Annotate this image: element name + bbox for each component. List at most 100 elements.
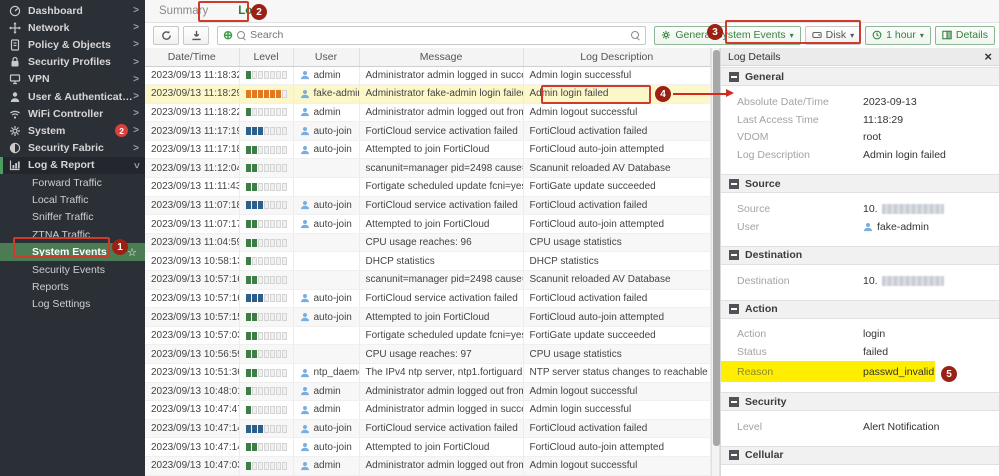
add-filter-icon[interactable]: ⊕ [223,29,233,41]
log-report-icon [8,159,22,171]
search-input[interactable] [250,29,627,41]
cell-datetime: 2023/09/13 10:56:59 [145,345,239,364]
dashboard-icon [8,5,22,17]
section-header-general[interactable]: General [721,67,999,86]
level-bar-icon [246,239,287,247]
chevron-down-icon: > [131,162,142,168]
log-table-row[interactable]: 2023/09/13 10:57:15auto-joinAttempted to… [145,308,711,327]
log-storage-dropdown[interactable]: Disk▾ [805,26,861,45]
user-name: admin [314,404,341,415]
chevron-right-icon: > [133,108,139,119]
sidebar-item-vpn[interactable]: VPN> [0,71,145,88]
log-table-row[interactable]: 2023/09/13 11:12:04scanunit=manager pid=… [145,159,711,178]
log-details-title: Log Details [728,51,984,63]
log-table-row[interactable]: 2023/09/13 10:47:03adminAdministrator ad… [145,456,711,475]
log-table-row[interactable]: 2023/09/13 11:04:59CPU usage reaches: 96… [145,233,711,252]
sidebar-item-security-profiles[interactable]: Security Profiles> [0,54,145,71]
cell-datetime: 2023/09/13 11:18:29 [145,85,239,104]
download-button[interactable] [183,26,209,45]
log-table-row[interactable]: 2023/09/13 10:57:03Fortigate scheduled u… [145,326,711,345]
user-icon [863,222,873,232]
collapse-icon[interactable] [729,72,739,82]
refresh-button[interactable] [153,26,179,45]
caret-down-icon: ▾ [850,31,854,40]
log-table-row[interactable]: 2023/09/13 10:57:16auto-joinFortiCloud s… [145,289,711,308]
column-header-log-description[interactable]: Log Description [523,48,711,66]
sidebar-item-security-events[interactable]: Security Events [0,261,145,278]
cell-log-description: FortiCloud activation failed [523,196,711,215]
sidebar-item-log-report[interactable]: Log & Report> [0,157,145,174]
tab-logs[interactable]: Logs [238,5,265,17]
column-header-message[interactable]: Message [359,48,523,66]
details-toggle-button[interactable]: Details [935,26,995,45]
sidebar-item-user-authentication[interactable]: User & Authentication> [0,88,145,105]
detail-row-destination: Destination10. [721,272,999,290]
close-icon[interactable]: × [984,49,992,64]
log-table-row[interactable]: 2023/09/13 10:56:59CPU usage reaches: 97… [145,345,711,364]
user-name: admin [314,70,341,81]
sidebar-item-system[interactable]: System 2 > [0,122,145,139]
cell-user [293,159,359,178]
log-table-row[interactable]: 2023/09/13 11:17:18auto-joinAttempted to… [145,140,711,159]
section-title: Security [745,396,786,408]
section-header-cellular[interactable]: Cellular [721,446,999,465]
collapse-icon[interactable] [729,179,739,189]
section-header-source[interactable]: Source [721,174,999,193]
log-table-row[interactable]: 2023/09/13 11:18:29fake-adminAdministrat… [145,85,711,104]
cell-log-description: NTP server status changes to reachable [523,364,711,383]
sidebar-item-log-settings[interactable]: Log Settings [0,296,145,313]
sidebar-item-ztna-traffic[interactable]: ZTNA Traffic [0,226,145,243]
sidebar-item-forward-traffic[interactable]: Forward Traffic [0,174,145,191]
column-header-user[interactable]: User [293,48,359,66]
log-table-row[interactable]: 2023/09/13 11:11:43Fortigate scheduled u… [145,178,711,197]
log-table-row[interactable]: 2023/09/13 11:07:18auto-joinFortiCloud s… [145,196,711,215]
table-scrollbar[interactable] [711,48,720,476]
favorite-star-icon[interactable]: ☆ [127,246,137,259]
cell-user: admin [293,103,359,122]
time-range-dropdown[interactable]: 1 hour▾ [865,26,931,45]
section-header-destination[interactable]: Destination [721,246,999,265]
level-bar-icon [246,425,287,433]
sidebar-item-local-traffic[interactable]: Local Traffic [0,191,145,208]
sidebar-item-security-fabric[interactable]: Security Fabric> [0,140,145,157]
cell-message: The IPv4 ntp server, ntp1.fortiguard.com… [359,364,523,383]
search-box[interactable]: ⊕ [217,26,646,45]
log-table-row[interactable]: 2023/09/13 11:18:32adminAdministrator ad… [145,66,711,85]
sidebar-item-dashboard[interactable]: Dashboard> [0,2,145,19]
cell-message: scanunit=manager pid=2498 cause='signa..… [359,271,523,290]
sidebar-item-system-events[interactable]: System Events☆ [0,243,145,260]
user-icon [300,126,310,136]
collapse-icon[interactable] [729,397,739,407]
cell-level [239,326,293,345]
tab-summary[interactable]: Summary [159,5,208,17]
collapse-icon[interactable] [729,304,739,314]
log-table-row[interactable]: 2023/09/13 10:47:47adminAdministrator ad… [145,401,711,420]
log-table-row[interactable]: 2023/09/13 10:51:36ntp_daemonThe IPv4 nt… [145,364,711,383]
collapse-icon[interactable] [729,250,739,260]
log-table-row[interactable]: 2023/09/13 11:17:19auto-joinFortiCloud s… [145,122,711,141]
sidebar-item-sniffer-traffic[interactable]: Sniffer Traffic [0,209,145,226]
log-table-row[interactable]: 2023/09/13 10:57:16scanunit=manager pid=… [145,271,711,290]
section-header-action[interactable]: Action [721,300,999,319]
cell-message: Attempted to join FortiCloud [359,308,523,327]
scrollbar-thumb[interactable] [713,50,720,446]
column-header-datetime[interactable]: Date/Time [145,48,239,66]
detail-label: Source [737,203,863,215]
log-table-row[interactable]: 2023/09/13 10:58:13DHCP statisticsDHCP s… [145,252,711,271]
cell-log-description: FortiCloud activation failed [523,419,711,438]
log-table-row[interactable]: 2023/09/13 10:47:14auto-joinAttempted to… [145,438,711,457]
log-table-row[interactable]: 2023/09/13 10:47:14auto-joinFortiCloud s… [145,419,711,438]
level-bar-icon [246,108,287,116]
sidebar-item-reports[interactable]: Reports [0,278,145,295]
sidebar-item-wifi-controller[interactable]: WiFi Controller> [0,105,145,122]
sidebar-item-policy-objects[interactable]: Policy & Objects> [0,36,145,53]
column-header-level[interactable]: Level [239,48,293,66]
log-table-row[interactable]: 2023/09/13 10:48:01adminAdministrator ad… [145,382,711,401]
collapse-icon[interactable] [729,450,739,460]
sidebar-item-network[interactable]: Network> [0,19,145,36]
cell-log-description: Admin logout successful [523,382,711,401]
event-type-dropdown[interactable]: General System Events▾ [654,26,800,45]
log-table-row[interactable]: 2023/09/13 11:07:17auto-joinAttempted to… [145,215,711,234]
section-header-security[interactable]: Security [721,392,999,411]
log-table-row[interactable]: 2023/09/13 11:18:22adminAdministrator ad… [145,103,711,122]
